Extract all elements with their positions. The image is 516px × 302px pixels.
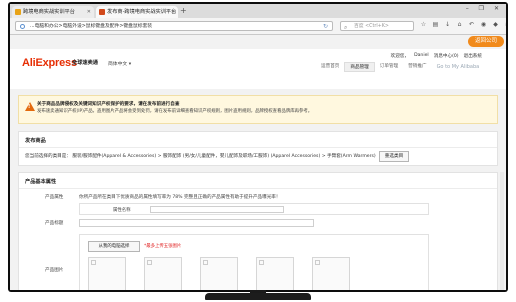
divider	[19, 188, 497, 189]
menu-icon[interactable]: ≡	[504, 21, 506, 29]
basic-attributes-title: 产品基本属性	[25, 179, 57, 185]
warning-mark: !	[28, 104, 31, 110]
select-from-computer-button[interactable]: 从我的电脑选择	[88, 241, 140, 252]
toolbar-icons: ☆ ▤ ↓ ⌂ ↶ ◉ ◆ ≡	[420, 21, 506, 31]
attributes-hint: 你所产品所在类目下优质商品的属性填写率为 78% 完整且正确的产品属性有助于提升…	[79, 195, 281, 200]
image-placeholder-icon	[315, 260, 320, 265]
tab-title: 发布商-跨境电商实战实训平台	[107, 9, 177, 15]
address-text: ...电脑和办公>电脑外设>鼠标键盘及配件>键盘鼠标套装	[30, 24, 153, 29]
image-placeholder-icon	[259, 260, 264, 265]
browser-tab-1[interactable]: 跨境电商实战实训平台 ✕	[12, 6, 94, 18]
nav-ops-home[interactable]: 运营首页	[316, 62, 344, 72]
chat-icon[interactable]: ◉	[480, 21, 487, 29]
globe-icon	[20, 24, 25, 29]
screen: 跨境电商实战实训平台 ✕ 发布商-跨境电商实战实训平台 ✕ + – ❐ ✕ ..…	[10, 4, 506, 290]
tab-favicon-icon	[15, 9, 21, 15]
nav-go-to-alibaba[interactable]: Go to My Alibaba	[432, 62, 485, 72]
back-arrow-icon[interactable]: ↶	[468, 21, 475, 29]
welcome-text: 欢迎您，	[390, 54, 410, 59]
search-placeholder: 百度 <Ctrl+K>	[354, 24, 389, 29]
close-tab-icon[interactable]: ✕	[171, 6, 175, 18]
attribute-name-input[interactable]	[150, 206, 284, 213]
product-title-label: 产品标题	[45, 221, 64, 226]
page-scrollbar[interactable]	[500, 172, 504, 290]
image-placeholder-icon	[203, 260, 208, 265]
language-select[interactable]: 简体中文 ▾	[108, 60, 131, 67]
aliexpress-logo[interactable]: AliExpress	[22, 57, 77, 69]
main-nav: 运营首页 商品管理 订单管理 营销推广 Go to My Alibaba	[316, 62, 484, 72]
home-icon[interactable]: ⌂	[456, 21, 463, 29]
close-tab-icon[interactable]: ✕	[87, 6, 91, 18]
bookmark-star-icon[interactable]: ☆	[420, 21, 427, 29]
logout-link[interactable]: 退出系统	[464, 53, 482, 59]
clipboard-icon[interactable]: ▤	[432, 21, 439, 29]
search-box[interactable]: ⌕ 百度 <Ctrl+K>	[340, 21, 414, 31]
ip-notice-banner: ! 关于商品品牌侵权及关键词知识产权保护的要求，请在发布前进行自查 发布速卖通知…	[18, 95, 498, 124]
search-icon: ⌕	[344, 24, 348, 31]
attribute-box: 属性名称	[79, 203, 429, 215]
browser-tab-bar: 跨境电商实战实训平台 ✕ 发布商-跨境电商实战实训平台 ✕ + – ❐ ✕	[10, 4, 506, 18]
notice-text: 发布速卖通知识产权(IP)产品，盗用图片产品将会受到处罚，请在发布前详细查看知识…	[37, 109, 313, 114]
image-placeholder-icon	[147, 260, 152, 265]
monitor-bezel: 跨境电商实战实训平台 ✕ 发布商-跨境电商实战实训平台 ✕ + – ❐ ✕ ..…	[8, 2, 508, 292]
selected-category: 您当前选择的类目是： 服装/服饰配件(Apparel & Accessories…	[25, 154, 376, 159]
refresh-icon[interactable]: ↻	[323, 22, 328, 30]
image-upload-area: 从我的电脑选择 *最多上传五张图片	[79, 234, 429, 290]
tab-favicon-icon	[99, 9, 105, 15]
browser-toolbar: ...电脑和办公>电脑外设>鼠标键盘及配件>键盘鼠标套装 ↻ ⌕ 百度 <Ctr…	[10, 18, 506, 35]
extension-icon[interactable]: ◆	[492, 21, 499, 29]
message-center-link[interactable]: 消息中心(0)	[434, 53, 459, 59]
image-placeholder-icon	[91, 260, 96, 265]
nav-order-management[interactable]: 订单管理	[375, 62, 403, 72]
address-bar[interactable]: ...电脑和办公>电脑外设>鼠标键盘及配件>键盘鼠标套装 ↻	[15, 21, 333, 31]
publish-product-panel: 发布商品 您当前选择的类目是： 服装/服饰配件(Apparel & Access…	[18, 131, 498, 166]
product-attributes-label: 产品属性	[45, 195, 64, 200]
product-title-input[interactable]	[79, 219, 314, 227]
top-links: 欢迎您， Daniel 消息中心(0) 退出系统	[391, 53, 482, 59]
download-icon[interactable]: ↓	[444, 21, 451, 29]
notice-title: 关于商品品牌侵权及关键词知识产权保护的要求，请在发布前进行自查	[37, 102, 180, 107]
page-content: 返回公司 AliExpress 全球速卖通 简体中文 ▾ 欢迎您， Daniel…	[10, 35, 506, 290]
image-slot[interactable]	[144, 257, 182, 290]
image-slot[interactable]	[312, 257, 350, 290]
reselect-category-button[interactable]: 重选类目	[379, 151, 409, 162]
logo-suffix: 全球速卖通	[72, 60, 98, 66]
new-tab-button[interactable]: +	[180, 6, 187, 16]
publish-title: 发布商品	[25, 138, 46, 144]
image-slot[interactable]	[88, 257, 126, 290]
image-slot[interactable]	[200, 257, 238, 290]
back-to-company-button[interactable]: 返回公司	[468, 36, 504, 47]
tab-title: 跨境电商实战实训平台	[23, 9, 75, 15]
upload-limit-tip: *最多上传五张图片	[144, 244, 182, 249]
browser-tab-2[interactable]: 发布商-跨境电商实战实训平台 ✕	[96, 6, 178, 18]
divider	[19, 147, 497, 148]
product-images-label: 产品图片	[45, 268, 64, 273]
basic-attributes-panel: 产品基本属性 产品属性 你所产品所在类目下优质商品的属性填写率为 78% 完整且…	[18, 172, 498, 290]
window-controls[interactable]: – ❐ ✕	[466, 5, 503, 12]
monitor-stand-base	[205, 293, 311, 300]
username-link[interactable]: Daniel	[414, 53, 429, 59]
image-slot[interactable]	[256, 257, 294, 290]
nav-marketing[interactable]: 营销推广	[403, 62, 431, 72]
nav-product-management[interactable]: 商品管理	[344, 62, 375, 72]
attribute-name-label: 属性名称	[113, 208, 131, 213]
